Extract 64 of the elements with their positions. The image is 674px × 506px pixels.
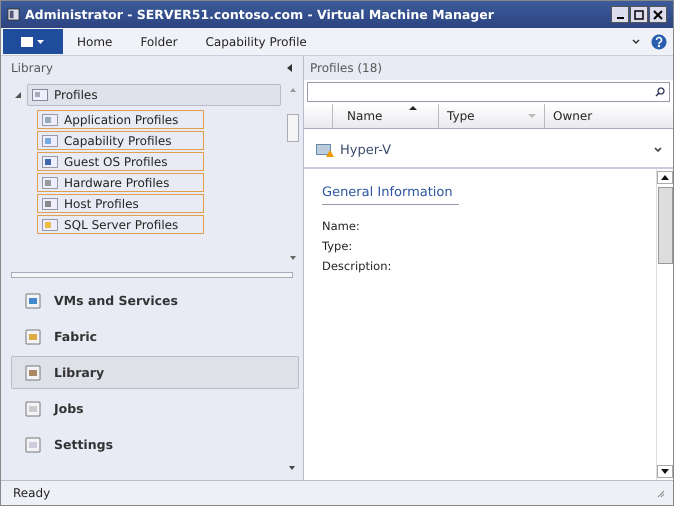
server-icon [316,142,334,158]
window-icon [7,8,20,21]
close-icon [653,10,663,20]
tree-item[interactable]: Application Profiles [37,110,204,129]
column-header[interactable]: Owner [545,104,673,128]
window-title: Administrator - SERVER51.contoso.com - Virtual Machine Manager [25,7,494,22]
scroll-down-icon[interactable] [657,465,673,478]
resize-grip-icon[interactable] [655,488,665,498]
maximize-icon [634,10,644,20]
profile-icon [42,218,58,230]
column-header[interactable]: Name [333,104,439,128]
column-header[interactable]: Type [439,104,545,128]
search-icon [655,87,665,97]
profile-icon [42,176,58,188]
field-label: Type: [322,239,354,255]
status-text: Ready [13,486,50,500]
minimize-icon [616,16,624,18]
navigation-item[interactable]: Jobs [15,392,299,425]
group-header[interactable]: Hyper-V [304,133,673,169]
pane-title: Profiles (18) [310,61,382,75]
tree-item[interactable]: Host Profiles [37,194,204,213]
workspace-icon [24,328,42,346]
close-button[interactable] [649,6,667,23]
maximize-button[interactable] [630,6,648,23]
search-field[interactable] [307,82,670,102]
profile-icon [42,198,58,210]
workspace-icon [24,364,42,382]
navigation-item[interactable]: Library [11,356,299,389]
profile-icon [42,156,58,168]
folder-icon [32,89,48,101]
scrollbar-thumb[interactable] [287,114,299,142]
navigation-item[interactable]: Settings [15,428,299,461]
navigation-item[interactable]: VMs and Services [15,284,299,317]
tree-item[interactable]: SQL Server Profiles [37,215,204,234]
chevron-down-icon[interactable] [653,145,663,155]
ribbon-tab[interactable]: Folder [126,34,192,48]
tree-item[interactable]: Profiles [27,84,281,106]
menu-icon [21,36,45,46]
minimize-button[interactable] [611,6,629,23]
workspace-icon [24,436,42,454]
pane-title: Library [11,61,53,75]
field-label: Name: [322,219,361,235]
workspace-icon [24,292,42,310]
tree-item[interactable]: Guest OS Profiles [37,152,204,171]
scroll-up-icon[interactable] [657,171,673,184]
scrollbar-thumb[interactable] [658,187,672,264]
section-heading: General Information [322,185,459,205]
chevron-down-icon[interactable] [631,36,641,46]
help-icon[interactable] [651,34,667,50]
expand-arrow-icon[interactable] [15,92,21,98]
field-label: Description: [322,259,392,275]
scroll-down-icon[interactable] [289,466,295,470]
ribbon-tab[interactable]: Capability Profile [192,34,321,48]
sort-arrow-icon [409,106,417,110]
scrollbar[interactable] [656,169,673,480]
workspace-icon [24,400,42,418]
ribbon-tab[interactable]: Home [63,34,126,48]
tree-item[interactable]: Capability Profiles [37,131,204,150]
tree-item[interactable]: Hardware Profiles [37,173,204,192]
navigation-item[interactable]: Fabric [15,320,299,353]
profile-icon [42,134,58,146]
application-menu-button[interactable] [3,29,63,54]
profile-icon [42,114,58,126]
collapse-icon[interactable] [287,64,293,72]
